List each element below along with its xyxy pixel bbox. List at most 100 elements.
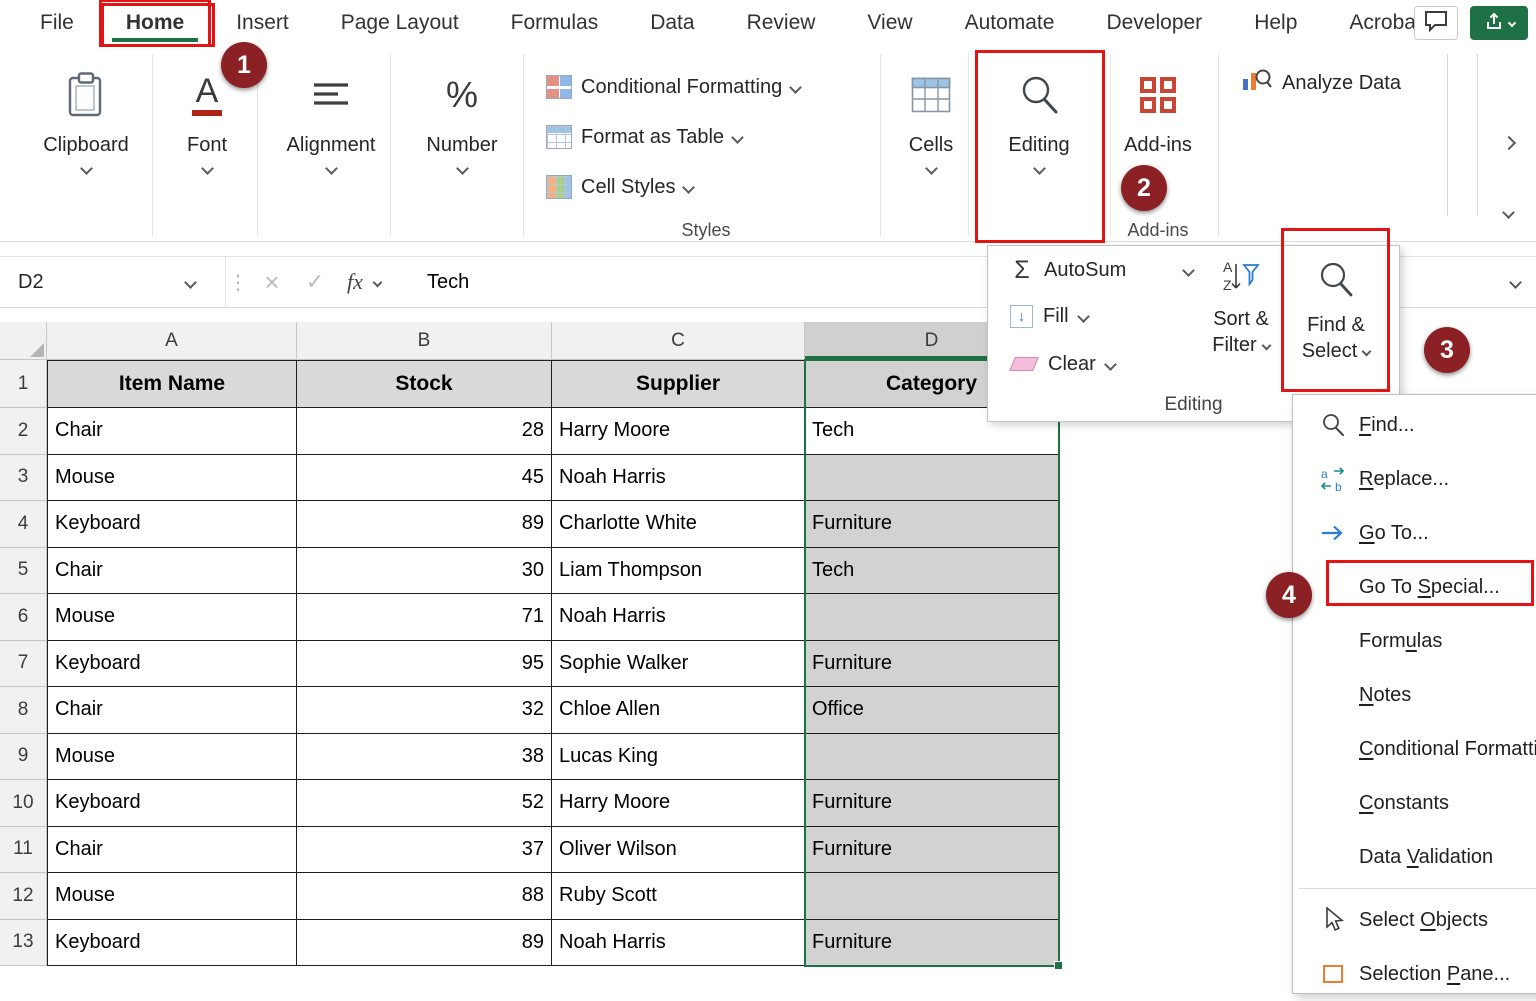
cell-A9[interactable]: Mouse [47,733,297,780]
menu-item-constants[interactable]: Constants [1293,776,1536,830]
font-group-button[interactable]: A Font [161,64,253,232]
cell-C13[interactable]: Noah Harris [552,919,805,966]
cell-C8[interactable]: Chloe Allen [552,687,805,734]
cell-A11[interactable]: Chair [47,826,297,873]
cell-B9[interactable]: 38 [297,733,552,780]
menu-tab-file[interactable]: File [14,0,100,46]
cell-D5[interactable]: Tech [805,547,1059,594]
column-header-b[interactable]: B [297,322,552,360]
row-header-2[interactable]: 2 [0,408,47,455]
cell-D13[interactable]: Furniture [805,919,1059,966]
menu-item-select-objects[interactable]: Select Objects [1293,893,1536,947]
row-header-4[interactable]: 4 [0,501,47,548]
ribbon-collapse-icon[interactable] [1502,206,1515,219]
cell-C12[interactable]: Ruby Scott [552,873,805,920]
cell-C7[interactable]: Sophie Walker [552,640,805,687]
cell-B8[interactable]: 32 [297,687,552,734]
comments-button[interactable] [1414,6,1458,40]
formula-input[interactable]: Tech [381,271,469,294]
cell-D9[interactable] [805,733,1059,780]
cell-A1[interactable]: Item Name [47,360,297,408]
cell-C10[interactable]: Harry Moore [552,780,805,827]
cell-C9[interactable]: Lucas King [552,733,805,780]
cell-A8[interactable]: Chair [47,687,297,734]
cell-D6[interactable] [805,594,1059,641]
number-group-button[interactable]: % Number [416,64,508,232]
cell-C11[interactable]: Oliver Wilson [552,826,805,873]
cell-A7[interactable]: Keyboard [47,640,297,687]
cell-B7[interactable]: 95 [297,640,552,687]
column-header-c[interactable]: C [552,322,805,360]
cell-B12[interactable]: 88 [297,873,552,920]
cell-A6[interactable]: Mouse [47,594,297,641]
autosum-button[interactable]: Σ AutoSum [998,250,1196,290]
cell-A12[interactable]: Mouse [47,873,297,920]
cell-C3[interactable]: Noah Harris [552,454,805,501]
cell-D7[interactable]: Furniture [805,640,1059,687]
menu-tab-page-layout[interactable]: Page Layout [315,0,485,46]
row-header-11[interactable]: 11 [0,826,47,873]
row-header-10[interactable]: 10 [0,780,47,827]
cell-B5[interactable]: 30 [297,547,552,594]
cell-A5[interactable]: Chair [47,547,297,594]
cell-A13[interactable]: Keyboard [47,919,297,966]
menu-tab-automate[interactable]: Automate [939,0,1081,46]
ribbon-button-conditional-formatting[interactable]: Conditional Formatting [532,62,880,112]
cell-C5[interactable]: Liam Thompson [552,547,805,594]
menu-item-find[interactable]: Find... [1293,398,1536,452]
menu-item-conditional-formatting[interactable]: Conditional Formatting [1293,722,1536,776]
row-header-12[interactable]: 12 [0,873,47,920]
analyze-data-button[interactable]: Analyze Data [1232,61,1409,105]
formula-bar-expand-icon[interactable] [1509,275,1522,289]
chevron-right-icon[interactable] [1501,135,1517,151]
cell-A3[interactable]: Mouse [47,454,297,501]
row-header-6[interactable]: 6 [0,594,47,641]
menu-item-replace[interactable]: a b Replace... [1293,452,1536,506]
cell-B11[interactable]: 37 [297,826,552,873]
menu-tab-developer[interactable]: Developer [1080,0,1228,46]
ribbon-button-cell-styles[interactable]: Cell Styles [532,162,880,212]
menu-tab-review[interactable]: Review [721,0,842,46]
cell-B6[interactable]: 71 [297,594,552,641]
menu-item-selection-pane[interactable]: Selection Pane... [1293,947,1536,1001]
menu-tab-home[interactable]: Home [98,0,212,47]
menu-item-data-validation[interactable]: Data Validation [1293,830,1536,884]
cell-A4[interactable]: Keyboard [47,501,297,548]
row-header-13[interactable]: 13 [0,919,47,966]
editing-group-button[interactable]: Editing [993,64,1085,232]
menu-tab-insert[interactable]: Insert [210,0,315,46]
menu-item-go-to[interactable]: Go To... [1293,506,1536,560]
cell-B13[interactable]: 89 [297,919,552,966]
cell-B4[interactable]: 89 [297,501,552,548]
enter-icon[interactable]: ✓ [294,269,336,295]
cell-D8[interactable]: Office [805,687,1059,734]
row-header-5[interactable]: 5 [0,547,47,594]
cell-C6[interactable]: Noah Harris [552,594,805,641]
fill-button[interactable]: ↓ Fill [998,296,1090,336]
row-header-3[interactable]: 3 [0,454,47,501]
find-select-button[interactable]: Find & Select [1293,252,1379,392]
cell-B10[interactable]: 52 [297,780,552,827]
menu-tab-view[interactable]: View [841,0,938,46]
clear-button[interactable]: Clear [998,344,1117,384]
cell-B1[interactable]: Stock [297,360,552,408]
cell-A2[interactable]: Chair [47,408,297,455]
row-header-1[interactable]: 1 [0,360,47,408]
cells-group-button[interactable]: Cells [885,64,977,232]
ribbon-button-format-as-table[interactable]: Format as Table [532,112,880,162]
menu-item-formulas[interactable]: Formulas [1293,614,1536,668]
cell-D10[interactable]: Furniture [805,780,1059,827]
cell-D12[interactable] [805,873,1059,920]
cell-A10[interactable]: Keyboard [47,780,297,827]
menu-item-go-to-special[interactable]: Go To Special... [1293,560,1536,614]
insert-function-icon[interactable]: fx [336,269,374,295]
row-header-9[interactable]: 9 [0,733,47,780]
menu-tab-help[interactable]: Help [1228,0,1323,46]
column-header-a[interactable]: A [47,322,297,360]
cell-D11[interactable]: Furniture [805,826,1059,873]
cell-D3[interactable] [805,454,1059,501]
share-button[interactable] [1470,6,1528,40]
sort-filter-button[interactable]: AZ Sort & Filter [1198,252,1284,392]
cancel-icon[interactable]: × [250,267,294,298]
name-box[interactable]: D2 [0,257,226,307]
